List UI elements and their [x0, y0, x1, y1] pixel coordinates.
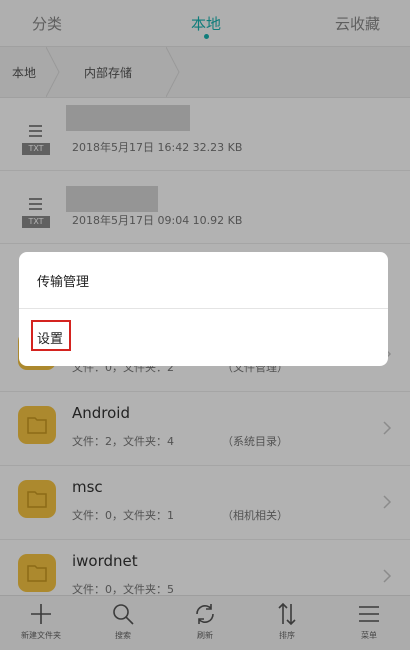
menu-item-settings[interactable]: 设置	[19, 309, 388, 366]
popup-menu: 传输管理 设置	[19, 252, 388, 366]
menu-item-transfer-management[interactable]: 传输管理	[19, 252, 388, 309]
highlight-box	[31, 320, 71, 351]
